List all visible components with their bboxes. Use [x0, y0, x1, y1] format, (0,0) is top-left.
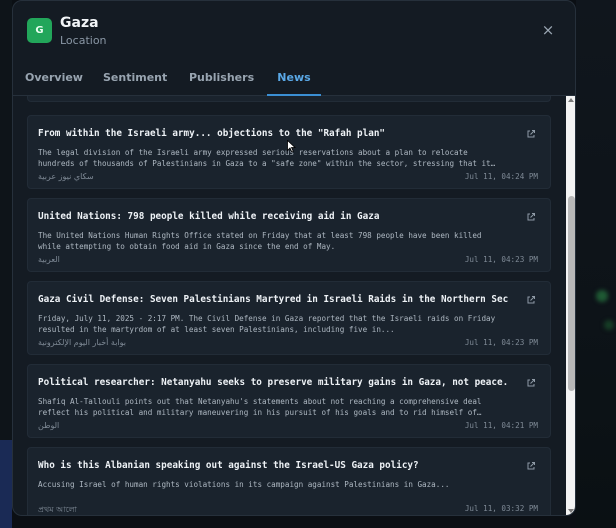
background-accent — [0, 440, 12, 528]
location-modal: G Gaza Location × Overview Sentiment Pub… — [12, 0, 576, 516]
scroll-up-icon[interactable] — [568, 98, 574, 102]
location-title: Gaza — [60, 15, 99, 31]
scroll-down-icon[interactable] — [568, 509, 574, 513]
news-title[interactable]: Who is this Albanian speaking out agains… — [38, 460, 508, 471]
news-list: From within the Israeli army... objectio… — [13, 96, 566, 515]
external-link-icon[interactable] — [526, 129, 536, 139]
tab-sentiment[interactable]: Sentiment — [103, 63, 167, 96]
tab-overview[interactable]: Overview — [25, 63, 83, 96]
tab-news[interactable]: News — [267, 63, 321, 96]
news-description: Shafiq Al-Tallouli points out that Netan… — [38, 397, 482, 417]
external-link-icon[interactable] — [526, 461, 536, 471]
news-source: প্রথম আলো — [38, 505, 77, 514]
external-link-icon[interactable] — [526, 295, 536, 305]
news-time: Jul 11, 04:23 PM — [464, 255, 538, 264]
external-link-icon[interactable] — [526, 212, 536, 222]
news-source: بوابة أخبار اليوم الإلكترونية — [38, 338, 127, 347]
news-description: The legal division of the Israeli army e… — [38, 148, 491, 168]
external-link-icon[interactable] — [526, 378, 536, 388]
background-app-right — [576, 0, 616, 528]
news-card[interactable]: Who is this Albanian speaking out agains… — [27, 447, 551, 515]
location-badge: G — [27, 18, 52, 43]
news-time: Jul 11, 04:24 PM — [464, 172, 538, 181]
news-source: العربية — [38, 255, 60, 264]
background-map-dot — [596, 290, 608, 302]
news-card[interactable]: Political researcher: Netanyahu seeks to… — [27, 364, 551, 438]
tab-bar: Overview Sentiment Publishers News — [13, 63, 575, 96]
scrollbar-thumb[interactable] — [568, 196, 575, 391]
news-card[interactable]: Gaza Civil Defense: Seven Palestinians M… — [27, 281, 551, 355]
close-icon[interactable]: × — [540, 22, 556, 38]
news-time: Jul 11, 03:32 PM — [464, 504, 538, 513]
news-source: سكاي نيوز عربية — [38, 172, 94, 181]
news-title[interactable]: United Nations: 798 people killed while … — [38, 211, 508, 222]
background-app-left — [0, 0, 12, 528]
news-description: The United Nations Human Rights Office s… — [38, 231, 482, 251]
news-time: Jul 11, 04:23 PM — [464, 338, 538, 347]
location-subtitle: Location — [60, 34, 107, 47]
news-title[interactable]: Political researcher: Netanyahu seeks to… — [38, 377, 508, 388]
news-description: Friday, July 11, 2025 - 2:17 PM. The Civ… — [38, 314, 496, 334]
news-title[interactable]: From within the Israeli army... objectio… — [38, 128, 508, 139]
modal-header: G Gaza Location × — [13, 1, 575, 63]
news-time: Jul 11, 04:21 PM — [464, 421, 538, 430]
background-map-dot — [604, 320, 614, 330]
news-description: Accusing Israel of human rights violatio… — [38, 480, 450, 489]
news-title[interactable]: Gaza Civil Defense: Seven Palestinians M… — [38, 294, 508, 305]
tab-publishers[interactable]: Publishers — [189, 63, 254, 96]
news-scrollbar[interactable] — [566, 96, 575, 515]
news-card-previous[interactable] — [27, 96, 551, 102]
news-card[interactable]: United Nations: 798 people killed while … — [27, 198, 551, 272]
mouse-cursor-icon — [287, 140, 296, 153]
news-source: الوطن — [38, 421, 60, 430]
